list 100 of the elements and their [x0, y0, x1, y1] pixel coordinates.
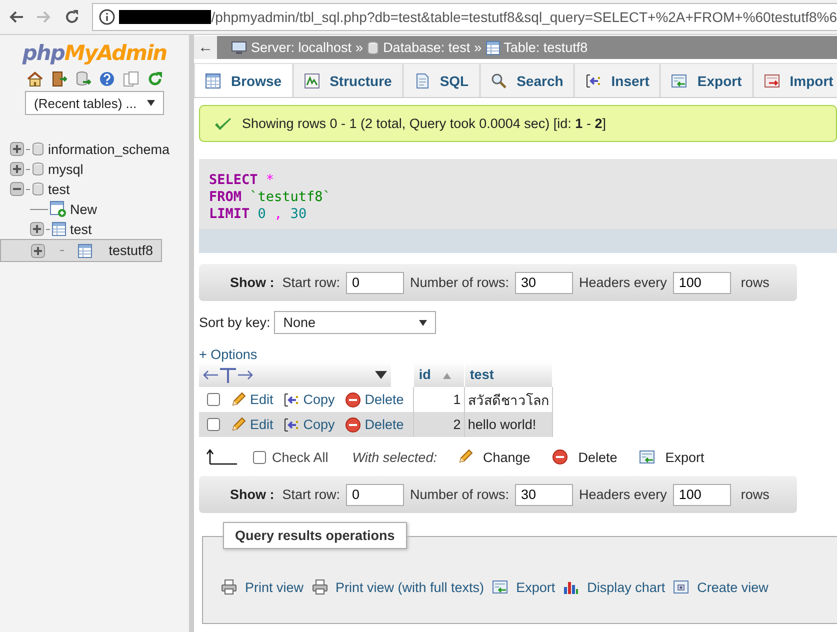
database-icon: [32, 142, 44, 156]
pencil-icon: [456, 449, 473, 465]
tree-item[interactable]: testutf8: [0, 239, 162, 262]
message-text: Showing rows 0 - 1 (2 total, Query took 0.0004 sec) [id: 1 - 2]: [242, 116, 606, 131]
number-of-rows-field[interactable]: 30: [515, 484, 574, 506]
reload-icon: [64, 9, 80, 25]
column-header[interactable]: test: [464, 362, 552, 387]
tree-item[interactable]: information_schema: [0, 139, 189, 159]
arrow-up-left-icon: [206, 449, 238, 465]
monitor-icon: [231, 40, 247, 54]
table-icon: [205, 72, 221, 88]
tab[interactable]: Search: [480, 63, 574, 97]
operation-link[interactable]: Display chart: [563, 579, 666, 595]
tab[interactable]: Export: [660, 63, 753, 97]
export-icon: [671, 72, 688, 88]
edit-link[interactable]: Edit: [250, 392, 274, 407]
tree-item[interactable]: test: [0, 179, 189, 199]
exit-door-icon: [50, 71, 66, 87]
export-icon: [639, 449, 656, 465]
breadcrumb-link[interactable]: Server: localhost: [251, 40, 352, 55]
import-icon: [764, 72, 780, 88]
window-icon: [673, 579, 690, 595]
headers-every-field[interactable]: 100: [672, 484, 731, 506]
tab[interactable]: Insert: [574, 63, 660, 97]
column-header[interactable]: id: [413, 362, 464, 387]
tree-item[interactable]: mysql: [0, 159, 189, 179]
bulk-action-button[interactable]: Delete: [546, 449, 624, 465]
delete-link[interactable]: Delete: [364, 392, 404, 407]
tab[interactable]: Browse: [194, 63, 293, 97]
database-icon: [367, 40, 380, 54]
search-icon: [490, 72, 507, 88]
sql-token: 0: [258, 206, 266, 222]
tab[interactable]: Structure: [292, 63, 403, 97]
document-icon: [414, 72, 430, 88]
row-checkbox[interactable]: [207, 418, 220, 431]
operation-link[interactable]: Print view (with full texts): [312, 579, 484, 595]
structure-icon: [304, 72, 320, 88]
database-arrow-icon: [74, 71, 90, 87]
sort-ascending-icon: [442, 373, 451, 379]
headers-every-field[interactable]: 100: [672, 272, 731, 294]
bar-chart-icon: [563, 579, 580, 595]
sql-token[interactable]: FROM: [209, 189, 242, 205]
options-link[interactable]: + Options: [199, 347, 837, 362]
number-of-rows-label: Number of rows:: [410, 487, 510, 502]
show-label: Show :: [230, 487, 274, 502]
table-icon: [78, 244, 92, 258]
check-all-checkbox[interactable]: [253, 450, 266, 464]
database-icon: [32, 182, 44, 196]
breadcrumb-link[interactable]: Database: test: [383, 40, 470, 55]
sql-token[interactable]: SELECT: [209, 172, 258, 188]
sql-token: 30: [290, 206, 307, 222]
info-icon: [99, 9, 115, 25]
rows-label: rows: [740, 275, 770, 290]
operation-link[interactable]: Create view: [673, 579, 768, 595]
column-arrows-icon: [203, 366, 253, 382]
operation-link[interactable]: Export: [492, 579, 556, 595]
tab[interactable]: SQL: [402, 63, 480, 97]
start-row-label: Start row:: [282, 275, 340, 290]
table-cell: hello world!: [464, 412, 552, 437]
tree-item[interactable]: New: [0, 199, 189, 219]
url-text: /phpmyadmin/tbl_sql.php?db=test&table=testutf8&sql_query=SELECT+%2A+FROM+%60testutf8%6: [211, 9, 837, 25]
back-button[interactable]: ←: [194, 36, 217, 59]
documents-icon: [122, 71, 138, 87]
start-row-field[interactable]: 0: [346, 484, 404, 506]
dropdown-caret-icon: [419, 320, 428, 326]
tab[interactable]: Import: [752, 63, 837, 97]
insert-row-icon: [283, 416, 300, 432]
printer-icon: [221, 579, 237, 595]
breadcrumb-link[interactable]: Table: testutf8: [504, 40, 588, 55]
sql-token[interactable]: LIMIT: [209, 206, 250, 222]
sort-by-key-dropdown[interactable]: None: [274, 311, 436, 334]
bulk-action-button[interactable]: Export: [633, 449, 710, 465]
start-row-field[interactable]: 0: [346, 272, 404, 294]
breadcrumb-separator: »: [356, 40, 364, 55]
rows-label: rows: [740, 487, 770, 502]
recent-tables-dropdown[interactable]: (Recent tables) ...: [25, 91, 164, 115]
tree-item[interactable]: test: [0, 219, 189, 239]
sql-token: *: [266, 172, 274, 188]
copy-link[interactable]: Copy: [303, 417, 335, 432]
insert-row-icon: [283, 392, 300, 408]
number-of-rows-field[interactable]: 30: [515, 272, 574, 294]
back-icon: [8, 9, 24, 25]
operation-link[interactable]: Print view: [221, 579, 304, 595]
new-table-icon: [50, 201, 66, 217]
check-icon: [214, 116, 232, 130]
delete-link[interactable]: Delete: [364, 417, 404, 432]
bulk-action-button[interactable]: Change: [450, 449, 536, 465]
logo-text: phpMyAdmin: [21, 41, 168, 65]
refresh-icon: [146, 71, 162, 87]
pencil-icon: [230, 416, 246, 432]
address-bar[interactable]: /phpmyadmin/tbl_sql.php?db=test&table=testutf8&sql_query=SELECT+%2A+FROM+%60testutf8%6: [92, 3, 837, 31]
forward-icon: [36, 9, 52, 25]
edit-link[interactable]: Edit: [250, 417, 274, 432]
sort-by-key-label: Sort by key:: [199, 315, 270, 330]
check-all-label[interactable]: Check All: [272, 450, 328, 464]
insert-row-icon: [585, 72, 602, 88]
breadcrumb-separator: »: [474, 40, 482, 55]
headers-every-label: Headers every: [579, 487, 667, 502]
copy-link[interactable]: Copy: [303, 392, 335, 407]
row-checkbox[interactable]: [207, 393, 220, 406]
